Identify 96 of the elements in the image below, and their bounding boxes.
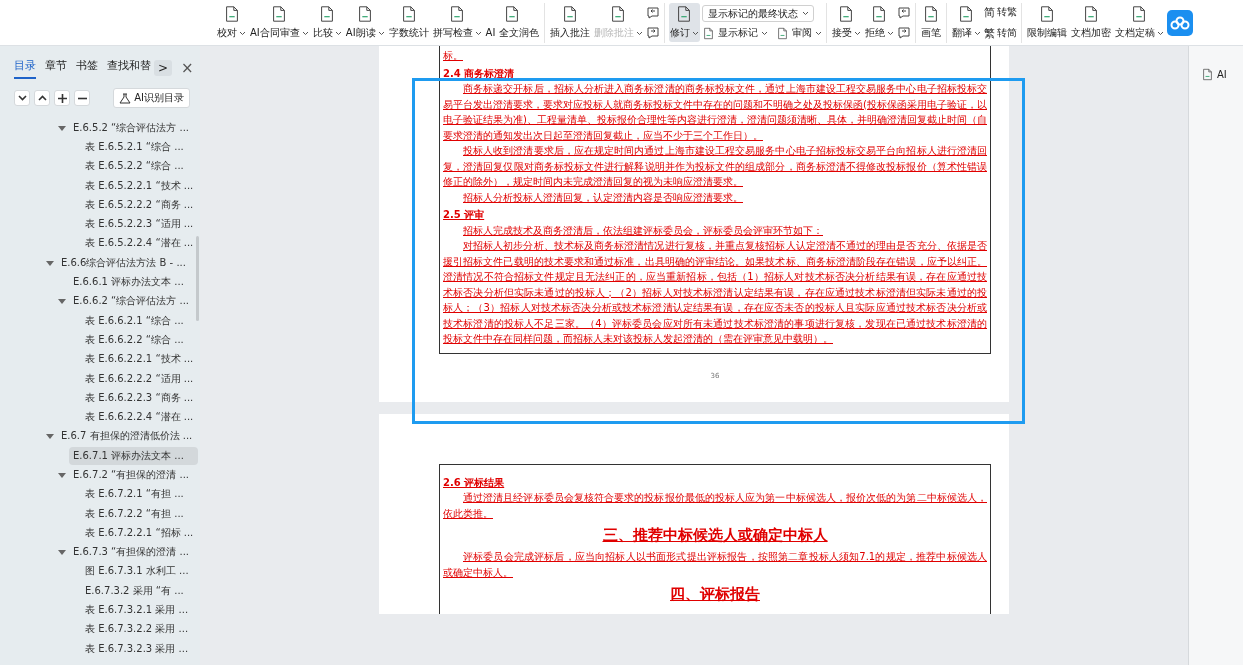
- toc-item[interactable]: E.6.6.1 评标办法文本 ...: [69, 273, 188, 291]
- expand-arrow-icon[interactable]: [58, 297, 66, 306]
- toolbar-button[interactable]: 文档加密: [1069, 3, 1112, 42]
- caret-icon: [814, 30, 822, 36]
- toc-item[interactable]: E.6.7.3 “有担保的澄清 ...: [69, 543, 193, 562]
- sidebar-tab[interactable]: 书签: [76, 57, 98, 79]
- expand-arrow-icon[interactable]: [46, 258, 54, 267]
- toolbar-button[interactable]: 插入批注: [548, 3, 591, 42]
- toc-item[interactable]: 表 E.6.7.2.1 “有担 ...: [81, 485, 188, 504]
- toolbar-button[interactable]: 限制编辑: [1025, 3, 1068, 42]
- paragraph: 通过澄清且经评标委员会复核符合要求的投标报价最低的投标人应为第一中标候选人，报价次低的为第二中标候选人，依此类推。: [443, 491, 987, 521]
- toc-item[interactable]: E.6.7.2 “有担保的澄清 ...: [69, 466, 193, 484]
- toc-item[interactable]: 表 E.6.6.2.2.1 “技术 ...: [81, 350, 198, 369]
- toolbar-button[interactable]: 画笔: [919, 3, 942, 42]
- toolbar-button[interactable]: AI 全文润色: [484, 3, 540, 42]
- chapter-title: 三、推荐中标候选人或确定中标人: [601, 525, 829, 545]
- toc-item[interactable]: 表 E.6.7.2.2.1 “招标 ...: [81, 523, 198, 542]
- document-icon: [1201, 68, 1214, 81]
- ai-toc-button[interactable]: AI识别目录: [113, 88, 190, 108]
- caret-icon: [801, 11, 809, 16]
- plus-icon: [57, 93, 67, 103]
- toc-item[interactable]: E.6.7.1 评标办法文本 ...: [69, 446, 198, 465]
- add-button[interactable]: [54, 90, 70, 106]
- convert-button[interactable]: 繁 转简: [983, 25, 1017, 41]
- remove-button[interactable]: [74, 90, 90, 106]
- paragraph: 商务标递交开标后，招标人分析进入商务标澄清的商务标投标文件，通过上海市建设工程交易服务中心电子招标投标交易平台发出澄清要求，要求对应投标人就商务标投标文件中存在的问题和不明确之处及投标保函(投标保函采用电子验证，以电子验证结果为准)、工程量清单、投标报价合理性等内容进行澄清，澄清问题须清晰、具体，并明确澄清回复截止时间（自要求澄清的通知发出次日起至澄清回复截止，应当不少于三个工作日）。: [443, 82, 987, 143]
- toc-item[interactable]: E.6.6综合评估法方法 B - ...: [57, 253, 190, 272]
- paragraph: 招标人分析投标人澄清回复，认定澄清内容是否响应澄清要求。: [462, 190, 744, 205]
- toc-item[interactable]: 表 E.6.5.2.2.4 “潜在 ...: [81, 234, 198, 253]
- expand-button[interactable]: [34, 90, 50, 106]
- comment-arrow-icon[interactable]: [896, 5, 911, 20]
- scrollbar-thumb[interactable]: [196, 236, 199, 321]
- paragraph: 评标委员会完成评标后，应当向招标人以书面形式提出评标报告，按照第二章投标人须知7.1的规定，推荐中标候选人或确定中标人。: [443, 550, 987, 580]
- sidebar-tab[interactable]: 章节: [45, 57, 67, 79]
- paragraph: 对招标人初步分析、技术标及商务标澄清情况进行复核，并重点复核招标人认定澄清不通过的理由是否充分、依据是否援引招标文件已载明的技术要求和通过标准，出具明确的评审结论。如果技术标、商务标澄清阶段存在错误，应予以纠正。澄清情况不符合招标文件规定且无法纠正的，应当重新招标，包括（1）招标人对技术标否决分析结果有误，存在应通过技术标否决分析但实际未通过的投标人；（2）招标人对技术标澄清认定结果有误，存在应通过技术标澄清但实际未通过的投标人；（3）招标人对技术标否决分析或技术标澄清认定结果有误，存在应否未否的投标人且实际应通过技术标否决分析或技术标澄清的投标人不足三家。（4）评标委员会应对所有未通过技术标澄清的事项进行复核，发现在已通过技术标澄清的投标文件中存在同样问题，而招标人未对该投标人发起澄清的（需在评审意见中载明）。: [443, 239, 987, 346]
- sidebar-tab[interactable]: 目录: [14, 57, 36, 79]
- comment-arrow-icon[interactable]: [896, 25, 911, 40]
- toc-item[interactable]: E.6.6.2 “综合评估法方 ...: [69, 292, 193, 311]
- toolbar-button[interactable]: 比较: [311, 3, 343, 42]
- toc-item[interactable]: 表 E.6.5.2.2 “综合 ...: [81, 157, 188, 176]
- expand-arrow-icon[interactable]: [58, 548, 66, 557]
- comment-arrow-icon[interactable]: [645, 25, 660, 40]
- cloud-button[interactable]: [1166, 9, 1193, 36]
- toolbar-button[interactable]: AI朗读: [344, 3, 386, 42]
- toc-item[interactable]: 表 E.6.6.2.2 “综合 ...: [81, 330, 188, 349]
- chevron-down-icon: [17, 95, 27, 101]
- collapse-button[interactable]: [14, 90, 30, 106]
- markup-dropdown[interactable]: 显示标记的最终状态: [701, 5, 814, 22]
- toc-item[interactable]: 表 E.6.6.2.2.2 “适用 ...: [81, 369, 198, 388]
- toolbar-button[interactable]: 字数统计: [387, 3, 430, 42]
- comment-arrow-icon[interactable]: [645, 5, 660, 20]
- paragraph: 招标人完成技术及商务澄清后，依法组建评标委员会，评标委员会评审环节如下：: [462, 223, 824, 238]
- toolbar-button[interactable]: AI合同审查: [249, 3, 310, 42]
- toc-item[interactable]: 图 E.6.7.3.1 水利工 ...: [81, 562, 193, 581]
- toc-item[interactable]: 表 E.6.6.2.1 “综合 ...: [81, 311, 188, 330]
- toolbar-button[interactable]: 显示标记: [701, 26, 768, 40]
- expand-arrow-icon[interactable]: [58, 471, 66, 479]
- expand-arrow-icon[interactable]: [46, 432, 54, 441]
- caret-icon: [760, 30, 768, 36]
- more-tabs-button[interactable]: >: [154, 60, 173, 76]
- toolbar-button[interactable]: 翻译: [950, 3, 982, 42]
- toolbar-button[interactable]: 拒绝: [863, 3, 895, 42]
- toc-item[interactable]: 表 E.6.7.3.2.3 采用 ...: [81, 639, 193, 658]
- flask-icon: [119, 92, 132, 104]
- toolbar-button[interactable]: 修订: [668, 3, 700, 42]
- toc-item[interactable]: 表 E.6.6.2.2.4 “潜在 ...: [81, 408, 198, 427]
- toolbar-button[interactable]: 接受: [830, 3, 862, 42]
- paragraph: 标。: [443, 49, 464, 63]
- toolbar-button[interactable]: 审阅: [775, 26, 822, 40]
- toc-item[interactable]: E.6.7 有担保的澄清低价法 ...: [57, 427, 197, 446]
- toolbar-button[interactable]: 文档定稿: [1113, 3, 1165, 42]
- toc-item[interactable]: 表 E.6.5.2.2.2 “商务 ...: [81, 195, 198, 214]
- convert-button[interactable]: 简 转繁: [983, 4, 1017, 20]
- toc-item[interactable]: 表 E.6.5.2.2.1 “技术 ...: [81, 176, 198, 195]
- toc-item[interactable]: 表 E.6.7.2.2 “有担 ...: [81, 504, 188, 523]
- section-heading: 2.6 评标结果: [443, 475, 506, 490]
- toc-item[interactable]: E.6.5.2 “综合评估法方 ...: [69, 118, 193, 137]
- ai-button[interactable]: AI: [1201, 68, 1227, 81]
- chevron-up-icon: [37, 95, 47, 101]
- toc-item[interactable]: 表 E.6.5.2.1 “综合 ...: [81, 137, 188, 156]
- document-icon: [701, 26, 715, 40]
- sidebar-tab[interactable]: 查找和替: [107, 57, 151, 79]
- toc-item[interactable]: E.6.7.3.2 采用 “有 ...: [81, 581, 188, 600]
- toc-item[interactable]: 表 E.6.7.3.2.1 采用 ...: [81, 601, 193, 620]
- toc-item[interactable]: 表 E.6.5.2.2.3 “适用 ...: [81, 215, 198, 234]
- toolbar-button[interactable]: 拼写检查: [431, 3, 483, 42]
- toc-item[interactable]: 表 E.6.7.3.2.2 采用 ...: [81, 620, 193, 639]
- chapter-title: 四、评标报告: [669, 584, 761, 604]
- document-icon: [775, 26, 789, 40]
- expand-arrow-icon[interactable]: [58, 123, 66, 132]
- close-button[interactable]: ×: [181, 59, 194, 77]
- paragraph: 投标人收到澄清要求后，应在规定时间内通过上海市建设工程交易服务中心电子招标投标交易平台向招标人进行澄清回复，澄清回复仅限对商务标投标文件进行解释说明并作为投标文件的组成部分，商务标澄清不得修改投标报价（算术性错误修正的除外），规定时间内未完成澄清回复的视为未响应澄清要求。: [443, 144, 987, 189]
- toc-item[interactable]: 表 E.6.6.2.2.3 “商务 ...: [81, 388, 198, 407]
- toolbar-button[interactable]: 校对: [216, 3, 247, 42]
- section-heading: 2.4 商务标澄清: [443, 66, 516, 81]
- section-heading: 2.5 评审: [443, 208, 486, 222]
